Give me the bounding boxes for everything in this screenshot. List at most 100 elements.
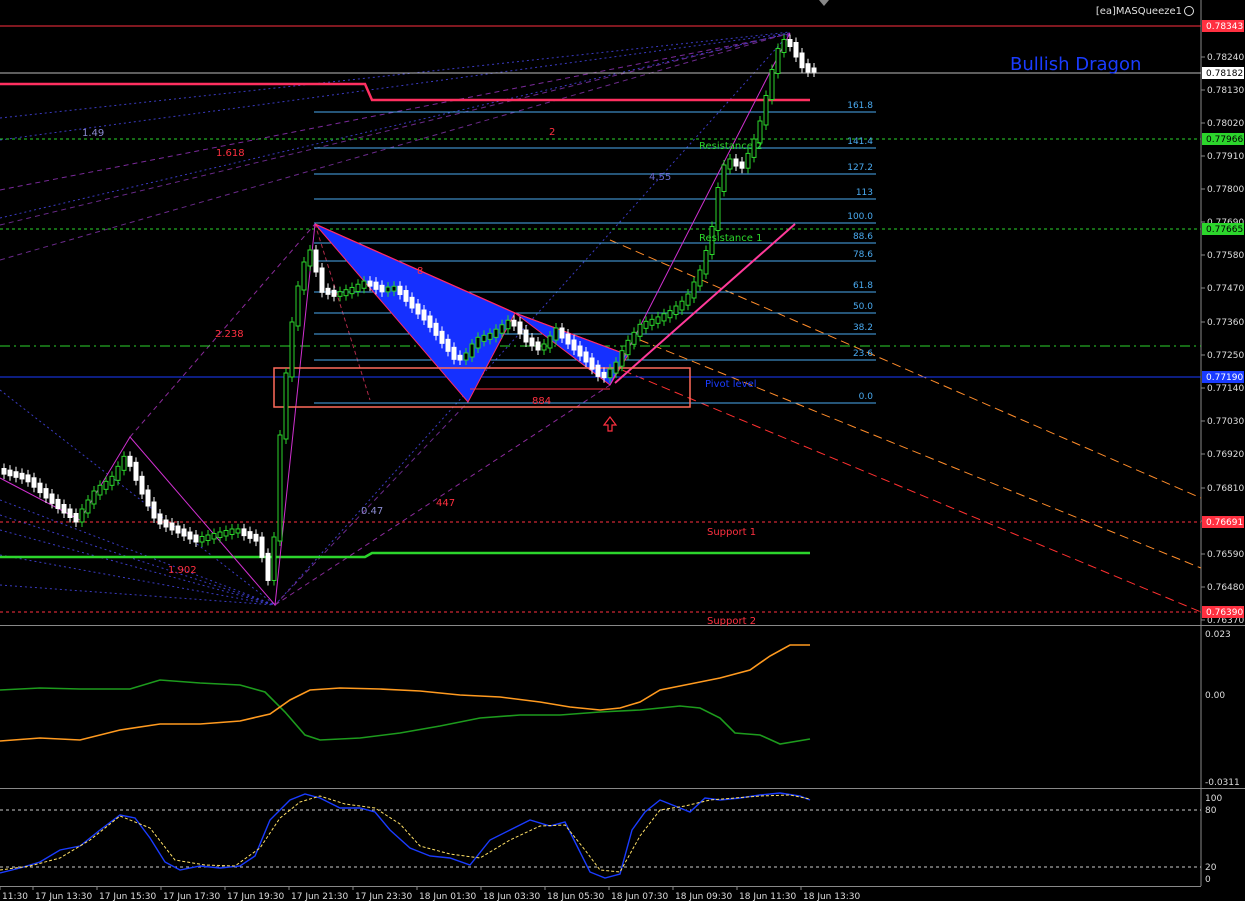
ratio-label: 8 [417,266,423,277]
candle-body [127,455,133,467]
candle-body [223,530,229,537]
candle-body [229,528,235,535]
price-badge-label: 0.77665 [1206,225,1243,235]
candle-body [463,352,469,361]
fib-level-label: 23.6 [853,349,873,359]
fib-level-label: 113 [856,188,873,198]
time-axis-label: 18 Jun 01:30 [419,892,476,901]
candle-body [673,305,679,316]
candle-body [589,357,595,370]
candle-body [103,480,109,490]
time-axis-label: 18 Jun 13:30 [803,892,860,901]
candle-body [373,281,379,290]
candle-body [283,372,289,440]
price-badge-label: 0.76691 [1206,518,1243,528]
candle-body [343,289,349,297]
ratio-label: 0.47 [361,506,383,517]
candle-body [571,339,577,351]
candle-body [43,488,49,499]
time-axis-label: 17 Jun 13:30 [35,892,92,901]
trading-chart[interactable]: 161.8 141.4 127.2 113 100.0 88.6 78.6 61.8 50.0 3… [0,0,1245,901]
candle-body [775,48,781,74]
time-axis-label: 17 Jun 17:30 [163,892,220,901]
candle-body [487,332,493,340]
candle-body [409,296,415,309]
ratio-label: 2 [549,127,555,138]
candle-body [151,501,157,519]
fib-level-label: 141.4 [847,137,873,147]
candle-body [523,329,529,343]
candle-body [31,477,37,488]
candle-body [67,508,73,518]
candle-body [109,475,115,486]
candle-body [265,552,271,581]
fib-level-label: 50.0 [853,302,873,312]
candle-body [133,461,139,481]
candle-body [787,39,793,47]
candle-body [355,283,361,292]
candle-body [715,187,721,231]
candle-body [205,534,211,541]
candle-body [745,152,751,169]
candle-body [541,343,547,351]
indicator-name: [ea]MASQueeze1 [1096,6,1182,17]
price-tick-label: 0.77800 [1207,185,1244,195]
ratio-label: 884 [532,396,551,407]
candle-body [475,336,481,349]
candle-body [613,361,619,374]
candle-body [565,333,571,345]
price-badge-label: 0.77190 [1206,373,1243,383]
price-tick-label: 0.78240 [1207,53,1244,63]
fib-level-label: 88.6 [853,232,873,242]
price-tick-label: 0.77910 [1207,152,1244,162]
candle-body [721,164,727,192]
candle-body [115,465,121,481]
candle-body [145,489,151,507]
candle-body [433,322,439,336]
candle-body [727,158,733,170]
candle-body [619,350,625,367]
candle-body [217,531,223,538]
fib-level-label: 100.0 [847,212,873,222]
candle-body [739,161,745,169]
time-axis-label: 18 Jun 07:30 [611,892,668,901]
candle-body [175,525,181,534]
candle-body [49,493,55,504]
candle-body [643,320,649,329]
price-tick-label: 0.77360 [1207,318,1244,328]
candle-body [559,327,565,339]
macd-axis-label: 0.00 [1205,691,1225,701]
candle-body [241,528,247,537]
candle-body [481,334,487,342]
candle-body [625,339,631,356]
candle-body [691,281,697,299]
price-badge-label: 0.78182 [1206,69,1243,79]
stoch-axis-label: 100 [1205,794,1222,804]
price-badge-label: 0.77966 [1206,135,1243,145]
resistance1-label: Resistance 1 [699,233,762,244]
candle-body [811,67,817,73]
candle-body [85,499,91,514]
candle-body [1,468,7,475]
candle-body [685,293,691,306]
ratio-label: 1.618 [216,148,245,159]
price-badge-label: 0.78343 [1206,22,1243,32]
time-axis-label: 17 Jun 19:30 [227,892,284,901]
candle-body [361,280,367,289]
candle-body [319,267,325,293]
price-tick-label: 0.77250 [1207,351,1244,361]
time-axis-label: 18 Jun 05:30 [547,892,604,901]
candle-body [253,533,259,542]
candle-body [169,522,175,531]
stoch-axis-label: 0 [1205,875,1211,885]
candle-body [277,434,283,542]
candle-body [733,158,739,167]
candle-body [547,335,553,349]
candle-body [439,330,445,344]
candle-body [397,285,403,296]
candle-body [25,474,31,483]
candle-body [667,310,673,319]
ratio-label: 2.238 [215,329,244,340]
fib-level-label: 38.2 [853,323,873,333]
candle-body [499,324,505,334]
